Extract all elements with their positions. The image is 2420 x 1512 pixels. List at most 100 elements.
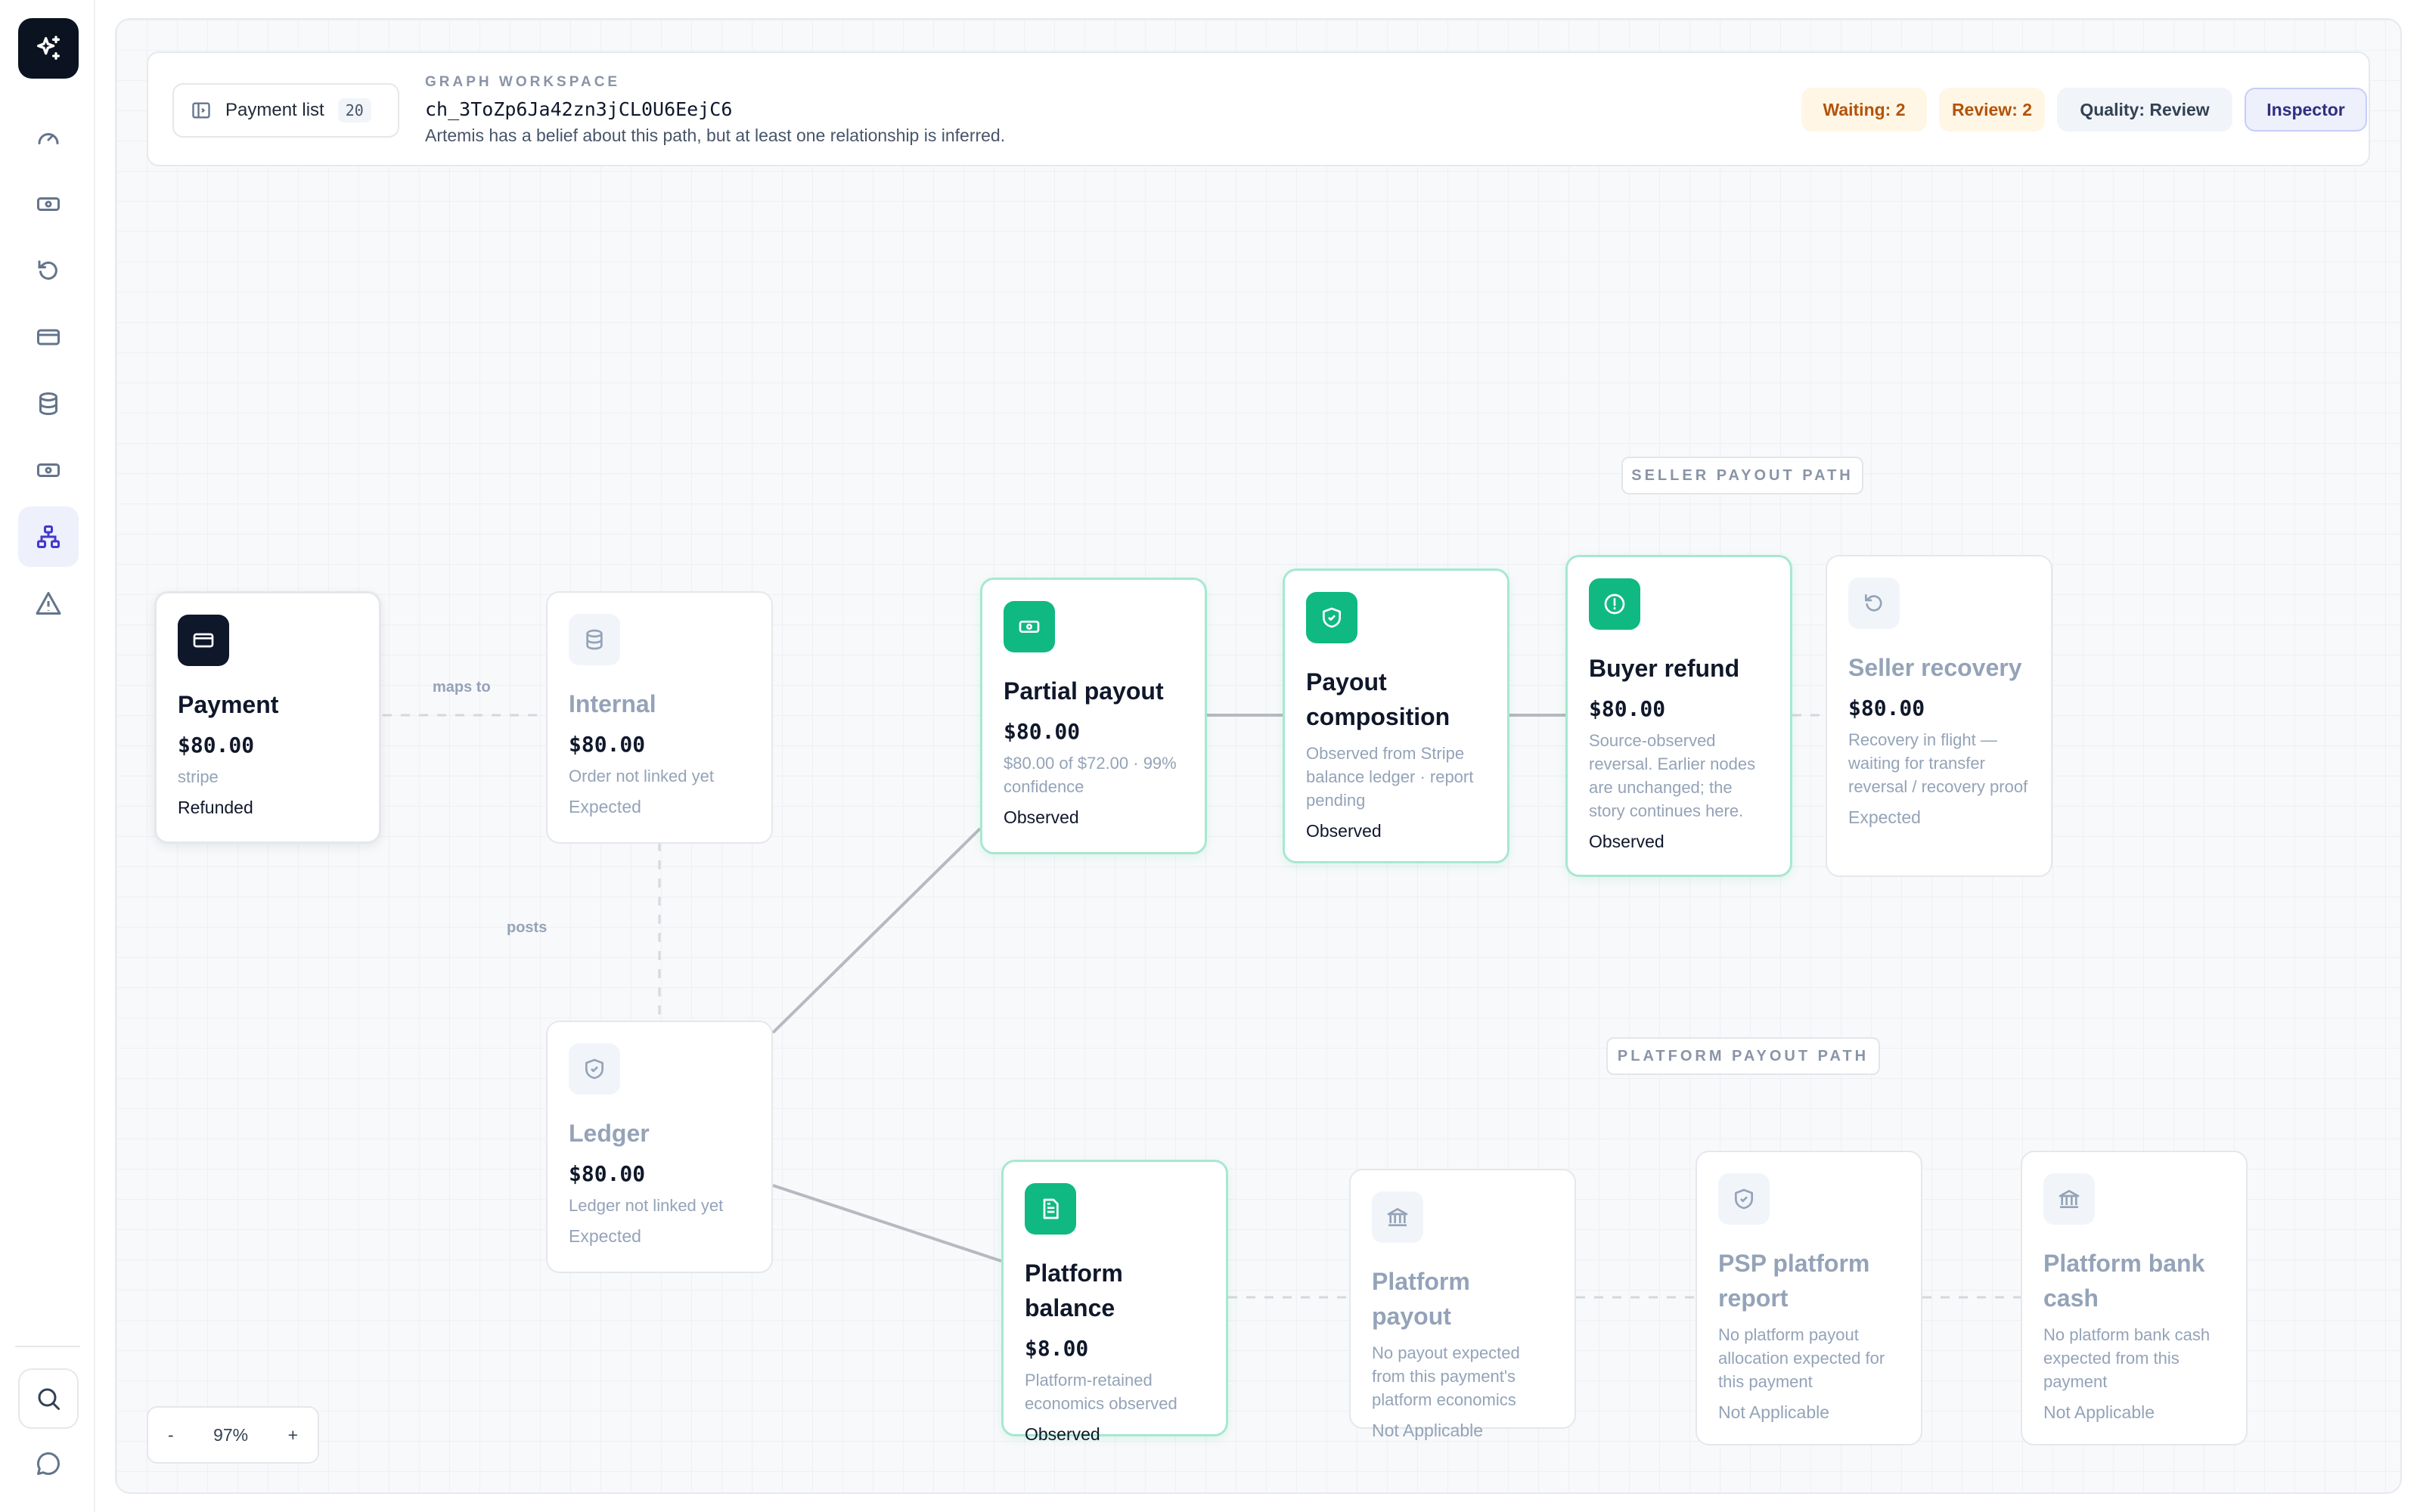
workspace-header: Payment list 20 GRAPH WORKSPACE ch_3ToZp… [147, 51, 2370, 166]
rail-item-refunds[interactable] [18, 240, 79, 301]
search-icon [38, 1388, 60, 1410]
node-description: No payout expected from this payment's p… [1372, 1343, 1520, 1409]
node-description: Observed from Stripe balance ledger · re… [1306, 744, 1474, 810]
rail-item-payments[interactable] [18, 307, 79, 367]
node-icon-wrap [1848, 578, 1900, 629]
node-icon-wrap [1718, 1173, 1770, 1225]
alert-triangle-icon [36, 592, 61, 615]
node-amount: $80.00 [1004, 719, 1081, 744]
rotate-ccw-icon [1865, 594, 1882, 612]
quality-badge[interactable]: Quality: Review [2057, 88, 2232, 132]
zoom-control: - 97% + [147, 1406, 319, 1464]
node-description: Recovery in flight — waiting for transfe… [1848, 730, 2028, 796]
charge-id: ch_3ToZp6Ja42zn3jCL0U6EejC6 [425, 98, 733, 120]
node-icon-wrap [569, 1043, 620, 1095]
node-icon-wrap [569, 614, 620, 665]
message-circle-icon [37, 1452, 60, 1475]
node-title: Buyer refund [1589, 655, 1740, 682]
node-description: Source-observed reversal. Earlier nodes … [1589, 731, 1756, 820]
zoom-in-button[interactable]: + [288, 1425, 298, 1445]
rail-item-payouts[interactable] [18, 174, 79, 234]
banknote-icon [1019, 621, 1040, 633]
payment-list-count: 20 [337, 98, 371, 122]
node-status: Observed [1589, 832, 1665, 851]
left-rail [0, 0, 95, 1512]
platform-payout-path-label: PLATFORM PAYOUT PATH [1606, 1037, 1880, 1075]
node-title: Payout composition [1306, 668, 1450, 730]
node-payout-composition[interactable]: Payout composition Observed from Stripe … [1283, 569, 1509, 863]
landmark-icon [2059, 1190, 2080, 1208]
payment-list-button[interactable]: Payment list 20 [172, 83, 399, 138]
node-amount: $80.00 [569, 732, 646, 757]
review-badge[interactable]: Review: 2 [1939, 88, 2045, 132]
node-description: Ledger not linked yet [569, 1196, 724, 1215]
rail-chat-button[interactable] [18, 1433, 79, 1494]
node-status: Not Applicable [1718, 1402, 1830, 1422]
shield-check-icon [1735, 1188, 1753, 1210]
node-amount: $80.00 [178, 733, 255, 758]
node-status: Observed [1025, 1424, 1100, 1444]
zoom-level: 97% [213, 1424, 249, 1445]
rail-item-balances[interactable] [18, 440, 79, 500]
node-psp-platform-report[interactable]: PSP platform report No platform payout a… [1696, 1151, 1922, 1445]
node-description: stripe [178, 767, 219, 786]
node-buyer-refund[interactable]: Buyer refund $80.00 Source-observed reve… [1565, 555, 1792, 877]
node-icon-wrap [1025, 1183, 1076, 1235]
inspector-button[interactable]: Inspector [2245, 88, 2367, 132]
node-icon-wrap [2043, 1173, 2095, 1225]
network-icon [37, 525, 60, 548]
node-status: Expected [569, 797, 641, 816]
payment-list-label: Payment list [225, 100, 324, 120]
file-text-icon [1043, 1198, 1059, 1219]
zoom-out-button[interactable]: - [168, 1425, 174, 1445]
database-icon [586, 629, 603, 650]
node-amount: $80.00 [1589, 696, 1666, 721]
node-status: Expected [1848, 807, 1921, 827]
node-description: Order not linked yet [569, 767, 714, 785]
node-title: Platform bank cash [2043, 1250, 2205, 1312]
shield-check-icon [585, 1058, 603, 1080]
node-amount: $80.00 [1848, 696, 1925, 720]
graph-canvas[interactable]: maps to posts Payment list 20 GRAPH WORK… [115, 18, 2402, 1494]
node-platform-payout[interactable]: Platform payout No payout expected from … [1349, 1169, 1576, 1440]
node-description: Platform-retained economics observed [1025, 1371, 1177, 1413]
node-title: Seller recovery [1848, 654, 2022, 681]
sparkles-icon [37, 36, 60, 60]
node-description: $80.00 of $72.00 · 99% confidence [1004, 754, 1177, 796]
app-logo[interactable] [18, 18, 79, 79]
node-amount: $80.00 [569, 1161, 646, 1186]
rail-search-button[interactable] [18, 1368, 79, 1429]
node-status: Observed [1306, 821, 1382, 841]
edge-ledger-platform-balance [772, 1184, 1002, 1263]
node-platform-bank-cash[interactable]: Platform bank cash No platform bank cash… [2021, 1151, 2248, 1445]
rail-item-graph[interactable] [18, 507, 79, 567]
rail-item-alerts[interactable] [18, 573, 79, 634]
node-title: PSP platform report [1718, 1250, 1870, 1312]
rail-item-ledger[interactable] [18, 373, 79, 434]
edge-ledger-partial-payout [771, 827, 982, 1034]
rail-divider [15, 1346, 80, 1347]
node-internal[interactable]: Internal $80.00 Order not linked yet Exp… [546, 591, 773, 844]
node-platform-balance[interactable]: Platform balance $8.00 Platform-retained… [1001, 1160, 1228, 1444]
workspace-description: Artemis has a belief about this path, bu… [425, 125, 1006, 145]
node-payment[interactable]: Payment $80.00 stripe Refunded [154, 591, 381, 844]
node-seller-recovery[interactable]: Seller recovery $80.00 Recovery in fligh… [1826, 555, 2052, 877]
alert-circle-icon [1604, 593, 1625, 615]
node-status: Observed [1004, 807, 1079, 827]
node-amount: $8.00 [1025, 1336, 1089, 1361]
node-status: Not Applicable [1372, 1421, 1484, 1440]
node-icon-wrap [1306, 592, 1357, 643]
node-icon-wrap [178, 615, 229, 666]
node-partial-payout[interactable]: Partial payout $80.00 $80.00 of $72.00 ·… [980, 578, 1207, 854]
edge-label-maps-to: maps to [433, 679, 491, 696]
node-status: Expected [569, 1226, 641, 1246]
rail-item-dashboard[interactable] [18, 107, 79, 168]
node-title: Partial payout [1004, 677, 1164, 705]
node-status: Refunded [178, 798, 253, 817]
node-ledger[interactable]: Ledger $80.00 Ledger not linked yet Expe… [546, 1021, 773, 1273]
workspace-eyebrow: GRAPH WORKSPACE [425, 74, 621, 90]
waiting-badge[interactable]: Waiting: 2 [1801, 88, 1927, 132]
node-title: Internal [569, 690, 656, 717]
database-icon [39, 392, 57, 416]
panel-left-icon [192, 102, 210, 119]
